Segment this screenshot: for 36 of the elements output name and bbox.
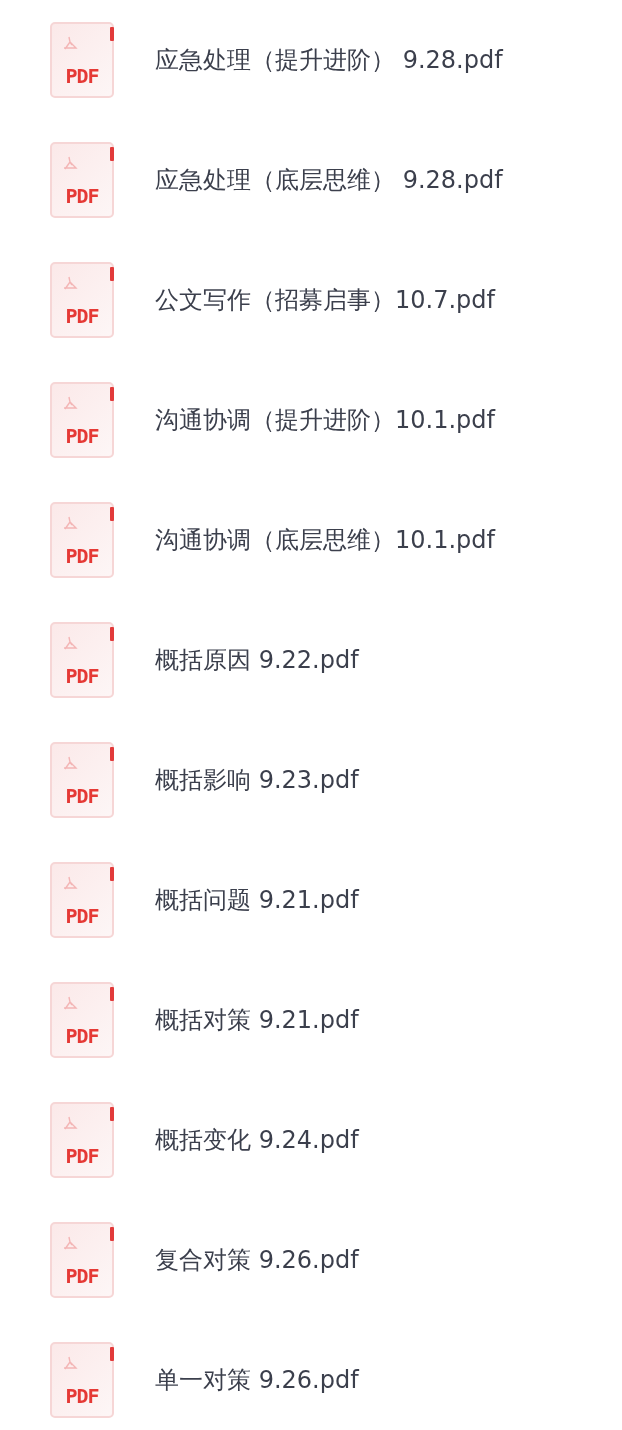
acrobat-icon [62,756,78,772]
file-name[interactable]: 概括对策 9.21.pdf [155,1004,359,1036]
file-type-label: PDF [65,666,99,686]
file-type-label: PDF [65,786,99,806]
file-name[interactable]: 概括影响 9.23.pdf [155,764,359,796]
file-name[interactable]: 概括问题 9.21.pdf [155,884,359,916]
file-name[interactable]: 概括变化 9.24.pdf [155,1124,359,1156]
acrobat-icon [62,396,78,412]
file-name[interactable]: 应急处理（提升进阶） 9.28.pdf [155,44,503,76]
acrobat-icon [62,996,78,1012]
file-name[interactable]: 沟通协调（底层思维）10.1.pdf [155,524,495,556]
acrobat-icon [62,36,78,52]
file-type-label: PDF [65,426,99,446]
acrobat-icon [62,156,78,172]
file-type-label: PDF [65,906,99,926]
file-name[interactable]: 公文写作（招募启事）10.7.pdf [155,284,495,316]
acrobat-icon [62,1116,78,1132]
file-name[interactable]: 单一对策 9.26.pdf [155,1364,359,1396]
acrobat-icon [62,516,78,532]
file-name[interactable]: 复合对策 9.26.pdf [155,1244,359,1276]
file-type-label: PDF [65,1266,99,1286]
acrobat-icon [62,276,78,292]
acrobat-icon [62,1356,78,1372]
file-type-label: PDF [65,306,99,326]
acrobat-icon [62,636,78,652]
file-name[interactable]: 沟通协调（提升进阶）10.1.pdf [155,404,495,436]
acrobat-icon [62,1236,78,1252]
file-type-label: PDF [65,1386,99,1406]
file-type-label: PDF [65,186,99,206]
file-type-label: PDF [65,1026,99,1046]
file-type-label: PDF [65,546,99,566]
file-type-label: PDF [65,1146,99,1166]
acrobat-icon [62,876,78,892]
file-name[interactable]: 应急处理（底层思维） 9.28.pdf [155,164,503,196]
file-type-label: PDF [65,66,99,86]
file-name[interactable]: 概括原因 9.22.pdf [155,644,359,676]
